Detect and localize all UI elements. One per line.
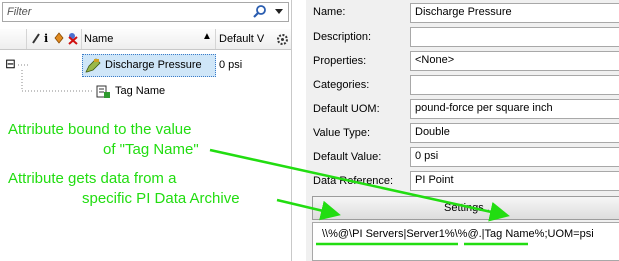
header-default-value-label: Default V: [219, 33, 265, 45]
header-icon-cols[interactable]: i: [27, 29, 82, 49]
search-icon[interactable]: [252, 5, 268, 19]
gear-icon[interactable]: [276, 33, 289, 46]
default-uom-label: Default UOM:: [313, 103, 380, 115]
properties-label: Properties:: [313, 55, 367, 67]
filter-input[interactable]: Filter: [7, 6, 31, 18]
grid-header: i Name ▲ Default V: [0, 29, 291, 50]
default-value-label: Default Value:: [313, 151, 382, 163]
annotation-bound-line1: Attribute bound to the value: [8, 121, 192, 138]
properties-field[interactable]: <None>: [410, 51, 619, 71]
settings-label: Settings...: [444, 202, 493, 214]
header-default-value-col[interactable]: Default V: [216, 29, 291, 49]
value-type-field[interactable]: Double: [410, 123, 619, 143]
attribute-name: Discharge Pressure: [105, 59, 202, 71]
header-name-col[interactable]: Name ▲: [82, 29, 216, 49]
header-expander-col: [0, 29, 27, 49]
description-field[interactable]: [410, 27, 619, 47]
description-label: Description:: [313, 31, 372, 43]
pencil-icon: [32, 33, 40, 44]
attribute-default-value: 0 psi: [219, 59, 243, 71]
annotation-archive-line1: Attribute gets data from a: [8, 170, 177, 187]
settings-button[interactable]: Settings...: [312, 196, 619, 220]
name-label: Name:: [313, 6, 346, 18]
exclude-icon: [68, 33, 78, 45]
categories-field[interactable]: [410, 75, 619, 95]
filter-box[interactable]: Filter: [2, 2, 289, 22]
info-icon: i: [44, 32, 49, 45]
default-value-field[interactable]: 0 psi: [410, 147, 619, 167]
default-uom-field[interactable]: pound-force per square inch: [410, 99, 619, 119]
data-reference-label: Data Reference:: [313, 175, 394, 187]
annotation-archive-line2: specific PI Data Archive: [82, 190, 240, 207]
value-type-label: Value Type:: [313, 127, 371, 139]
attribute-name: Tag Name: [115, 85, 166, 97]
categories-label: Categories:: [313, 79, 370, 91]
data-reference-field[interactable]: PI Point: [410, 171, 619, 191]
chevron-down-icon[interactable]: [275, 9, 283, 14]
config-string-box: \\%@\PI Servers|Server1%\%@.|Tag Name%;U…: [312, 222, 619, 261]
sort-asc-icon: ▲: [202, 31, 212, 42]
name-field[interactable]: Discharge Pressure: [410, 3, 619, 23]
config-string: \\%@\PI Servers|Server1%\%@.|Tag Name%;U…: [322, 228, 594, 240]
header-name-label: Name: [84, 33, 114, 45]
annotation-bound-line2: of "Tag Name": [103, 141, 199, 158]
tree-lines: [18, 64, 92, 92]
configure-icon: [54, 32, 64, 44]
properties-value: <None>: [415, 54, 455, 66]
property-panel: Name: Discharge Pressure Description: Pr…: [306, 0, 619, 261]
